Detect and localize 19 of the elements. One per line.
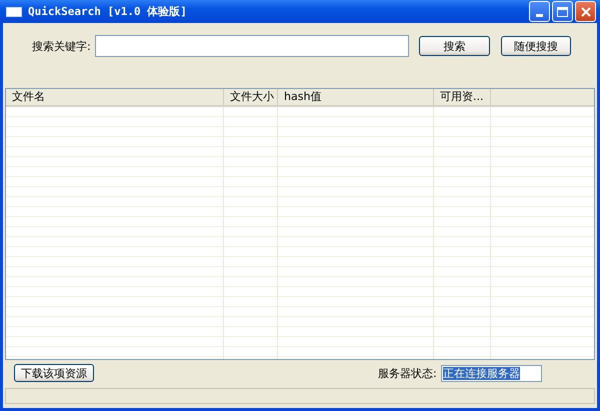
column-header[interactable]: 文件大小 <box>224 89 278 105</box>
maximize-button[interactable] <box>552 1 573 22</box>
close-icon <box>580 6 590 16</box>
maximize-icon <box>557 6 568 16</box>
minimize-button[interactable] <box>529 1 550 22</box>
window-title: QuickSearch [v1.0 体验版] <box>28 4 188 19</box>
column-header[interactable]: 文件名 <box>6 89 224 105</box>
window-icon <box>6 6 22 16</box>
search-button[interactable]: 随便搜搜 <box>501 36 571 56</box>
server-status-text: 正在连接服务器 <box>443 366 520 380</box>
server-status-label: 服务器状态: <box>378 366 436 380</box>
search-button[interactable]: 搜索 <box>419 36 490 56</box>
search-label: 搜索关键字: <box>32 38 92 54</box>
minimize-icon <box>536 14 544 17</box>
column-header[interactable]: 可用资... <box>434 89 491 105</box>
close-button[interactable] <box>575 1 596 22</box>
search-field[interactable] <box>95 35 409 57</box>
column-header[interactable]: hash值 <box>278 89 434 105</box>
download-button[interactable]: 下载该项资源 <box>14 364 94 382</box>
